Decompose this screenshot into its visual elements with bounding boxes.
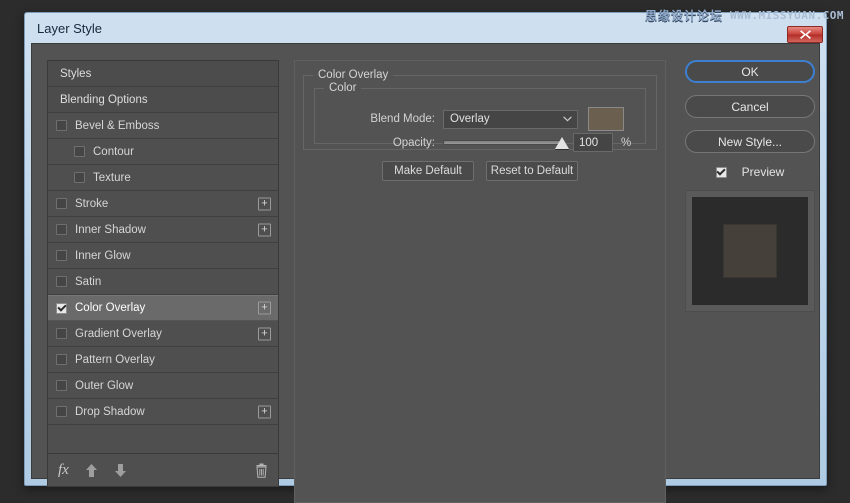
style-row-label: Blending Options bbox=[60, 94, 148, 106]
styles-toolbar: fx bbox=[48, 454, 278, 486]
style-row-gradient-overlay[interactable]: Gradient Overlay + bbox=[48, 321, 278, 347]
style-checkbox[interactable] bbox=[56, 380, 67, 391]
style-checkbox[interactable] bbox=[56, 120, 67, 131]
style-row-label: Satin bbox=[75, 276, 101, 288]
blend-mode-row: Blend Mode: Overlay bbox=[315, 107, 645, 131]
styles-list[interactable]: Styles Blending Options Bevel & Emboss Cont… bbox=[48, 61, 278, 454]
style-row-outer-glow[interactable]: Outer Glow bbox=[48, 373, 278, 399]
chevron-down-icon bbox=[563, 113, 572, 125]
style-row-label: Texture bbox=[93, 172, 131, 184]
style-row-label: Inner Glow bbox=[75, 250, 131, 262]
layer-style-window: Layer Style Styles Blending Options Bevel … bbox=[24, 12, 827, 486]
style-row-label: Contour bbox=[93, 146, 134, 158]
color-group-legend: Color bbox=[324, 82, 361, 94]
color-group: Color Blend Mode: Overlay bbox=[314, 88, 646, 144]
new-style-button[interactable]: New Style... bbox=[685, 130, 815, 153]
style-checkbox[interactable] bbox=[56, 250, 67, 261]
style-row-label: Outer Glow bbox=[75, 380, 133, 392]
blend-mode-value: Overlay bbox=[450, 113, 490, 125]
opacity-value: 100 bbox=[579, 137, 598, 149]
style-row-drop-shadow[interactable]: Drop Shadow + bbox=[48, 399, 278, 425]
style-checkbox[interactable] bbox=[56, 276, 67, 287]
add-effect-icon[interactable]: + bbox=[258, 302, 271, 315]
cancel-button[interactable]: Cancel bbox=[685, 95, 815, 118]
opacity-row: Opacity: 100 % bbox=[315, 133, 645, 152]
style-checkbox[interactable] bbox=[56, 354, 67, 365]
opacity-slider-thumb[interactable] bbox=[555, 137, 569, 149]
style-checkbox[interactable] bbox=[56, 198, 67, 209]
add-effect-icon[interactable]: + bbox=[258, 197, 271, 210]
ok-button[interactable]: OK bbox=[685, 60, 815, 83]
style-row-contour[interactable]: Contour bbox=[48, 139, 278, 165]
color-overlay-group: Color Overlay Color Blend Mode: Overlay bbox=[303, 75, 657, 150]
style-row-satin[interactable]: Satin bbox=[48, 269, 278, 295]
preview-canvas bbox=[692, 197, 808, 305]
preview-toggle[interactable]: Preview bbox=[680, 165, 820, 179]
style-row-label: Color Overlay bbox=[75, 302, 145, 314]
style-row-texture[interactable]: Texture bbox=[48, 165, 278, 191]
style-row-inner-shadow[interactable]: Inner Shadow + bbox=[48, 217, 278, 243]
add-effect-icon[interactable]: + bbox=[258, 405, 271, 418]
preview-thumbnail bbox=[685, 190, 815, 312]
reset-to-default-button[interactable]: Reset to Default bbox=[486, 161, 578, 181]
style-row-stroke[interactable]: Stroke + bbox=[48, 191, 278, 217]
style-row-label: Bevel & Emboss bbox=[75, 120, 159, 132]
actions-panel: OK Cancel New Style... Preview bbox=[680, 60, 820, 503]
add-effect-icon[interactable]: + bbox=[258, 327, 271, 340]
style-checkbox[interactable] bbox=[74, 146, 85, 157]
style-row-bevel-emboss[interactable]: Bevel & Emboss bbox=[48, 113, 278, 139]
opacity-input[interactable]: 100 bbox=[573, 133, 613, 152]
color-overlay-legend: Color Overlay bbox=[313, 69, 393, 81]
add-effect-icon[interactable]: + bbox=[258, 223, 271, 236]
opacity-unit: % bbox=[621, 137, 631, 149]
style-row-label: Stroke bbox=[75, 198, 108, 210]
style-checkbox[interactable] bbox=[56, 406, 67, 417]
blend-mode-select[interactable]: Overlay bbox=[443, 110, 578, 129]
desktop-backdrop: 思缘设计论坛 WWW.MISSYUAN.COM Layer Style Styl… bbox=[0, 0, 850, 500]
style-row-styles[interactable]: Styles bbox=[48, 61, 278, 87]
style-row-blending-options[interactable]: Blending Options bbox=[48, 87, 278, 113]
style-checkbox[interactable] bbox=[56, 224, 67, 235]
dialog-body: Styles Blending Options Bevel & Emboss Cont… bbox=[31, 43, 820, 479]
window-title: Layer Style bbox=[37, 21, 102, 36]
style-row-pattern-overlay[interactable]: Pattern Overlay bbox=[48, 347, 278, 373]
preview-swatch bbox=[724, 225, 776, 277]
styles-panel: Styles Blending Options Bevel & Emboss Cont… bbox=[47, 60, 279, 487]
arrow-up-icon[interactable] bbox=[85, 463, 98, 478]
style-row-color-overlay[interactable]: Color Overlay + bbox=[48, 295, 278, 321]
style-row-inner-glow[interactable]: Inner Glow bbox=[48, 243, 278, 269]
style-checkbox[interactable] bbox=[56, 303, 67, 314]
arrow-down-icon[interactable] bbox=[114, 463, 127, 478]
preview-label: Preview bbox=[742, 165, 785, 179]
make-default-button[interactable]: Make Default bbox=[382, 161, 474, 181]
style-row-label: Inner Shadow bbox=[75, 224, 146, 236]
close-button[interactable] bbox=[787, 26, 823, 43]
style-row-label: Pattern Overlay bbox=[75, 354, 155, 366]
close-icon bbox=[799, 29, 812, 40]
opacity-label: Opacity: bbox=[315, 137, 435, 149]
fx-icon[interactable]: fx bbox=[58, 462, 69, 479]
style-checkbox[interactable] bbox=[56, 328, 67, 339]
color-swatch[interactable] bbox=[588, 107, 624, 131]
styles-list-filler bbox=[48, 425, 278, 454]
preview-checkbox[interactable] bbox=[716, 167, 727, 178]
default-buttons-row: Make Default Reset to Default bbox=[295, 161, 665, 181]
style-row-label: Drop Shadow bbox=[75, 406, 145, 418]
style-row-label: Styles bbox=[60, 68, 91, 80]
style-checkbox[interactable] bbox=[74, 172, 85, 183]
color-overlay-panel: Color Overlay Color Blend Mode: Overlay bbox=[294, 60, 666, 503]
blend-mode-label: Blend Mode: bbox=[315, 113, 435, 125]
opacity-slider[interactable] bbox=[443, 140, 561, 145]
style-row-label: Gradient Overlay bbox=[75, 328, 162, 340]
window-titlebar[interactable]: Layer Style bbox=[25, 13, 826, 43]
trash-icon[interactable] bbox=[255, 463, 268, 478]
